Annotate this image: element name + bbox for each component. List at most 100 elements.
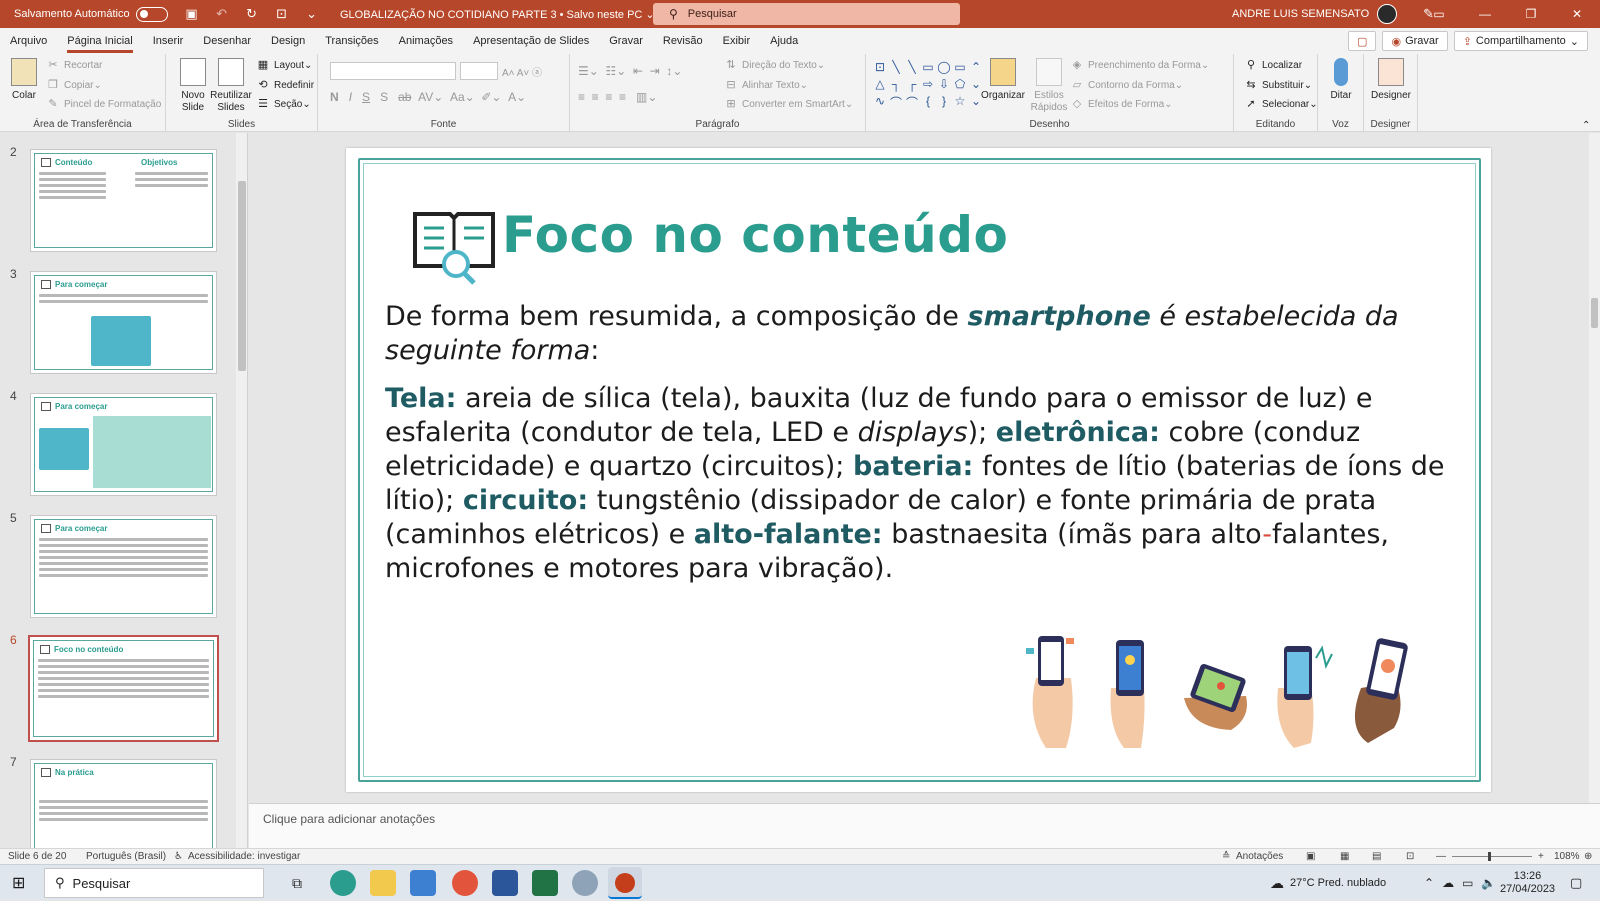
paste-button[interactable]: Colar	[2, 58, 46, 102]
font-name-select[interactable]	[330, 62, 456, 80]
thumbnail-slide-3[interactable]: Para começar	[30, 271, 217, 374]
shapes-gallery[interactable]: ⊡ ╲ ╲ ▭ ◯ ▭ ⌃ △ ┐ ┌ ⇨ ⇩ ⬠ ⌄ ∿ ⌒ ⌒{} ☆ ⌄	[873, 60, 983, 112]
slide-body-text[interactable]: De forma bem resumida, a composição de s…	[385, 300, 1455, 600]
thumbnail-slide-7[interactable]: Na prática	[30, 759, 217, 848]
record-button[interactable]: ◉ Gravar	[1382, 31, 1448, 51]
notes-toggle[interactable]: Anotações	[1236, 851, 1283, 862]
share-button[interactable]: ⇪ Compartilhamento ⌄	[1453, 31, 1588, 51]
font-size-select[interactable]	[460, 62, 498, 80]
zoom-level[interactable]: 108%	[1554, 851, 1580, 862]
smartart-button[interactable]: ⊞ Converter em SmartArt ⌄	[724, 98, 853, 110]
user-account[interactable]: ANDRE LUIS SEMENSATO ✎	[1232, 4, 1434, 24]
thumbnail-slide-4[interactable]: Para começar	[30, 393, 217, 496]
clock[interactable]: 13:26 27/04/2023	[1500, 865, 1555, 901]
file-explorer-icon[interactable]	[370, 870, 396, 896]
find-button[interactable]: ⚲ Localizar	[1244, 59, 1302, 71]
arrange-button[interactable]: Organizar	[980, 58, 1026, 102]
cut-button[interactable]: ✂ Recortar	[46, 59, 102, 71]
list-buttons[interactable]: ☰⌄ ☷⌄ ⇤ ⇥ ↕⌄	[578, 64, 682, 78]
redo-icon[interactable]: ↻	[244, 6, 260, 22]
thumbnail-slide-2[interactable]: Conteúdo Objetivos	[30, 149, 217, 252]
collapse-ribbon-icon[interactable]: ⌃	[1582, 120, 1590, 131]
word-icon[interactable]	[492, 870, 518, 896]
close-icon[interactable]: ✕	[1554, 7, 1600, 21]
quick-styles-button[interactable]: Estilos Rápidos	[1026, 58, 1072, 114]
tab-apresentacao[interactable]: Apresentação de Slides	[463, 28, 599, 54]
tab-exibir[interactable]: Exibir	[713, 28, 761, 54]
undo-icon[interactable]: ↶	[214, 6, 230, 22]
dictate-button[interactable]: Ditar	[1318, 58, 1364, 102]
present-icon[interactable]: ⊡	[274, 6, 290, 22]
tab-ajuda[interactable]: Ajuda	[760, 28, 808, 54]
grow-font-button[interactable]: A˄ A˅ ⓐ	[502, 64, 542, 79]
tab-transicoes[interactable]: Transições	[315, 28, 388, 54]
tab-inserir[interactable]: Inserir	[143, 28, 194, 54]
thumbnail-slide-6[interactable]: Foco no conteúdo	[28, 635, 219, 742]
document-title[interactable]: GLOBALIZAÇÃO NO COTIDIANO PARTE 3 • Salv…	[340, 8, 655, 21]
tab-design[interactable]: Design	[261, 28, 315, 54]
section-button[interactable]: ☰ Seção ⌄	[256, 98, 311, 110]
slideshow-icon[interactable]: ⊡	[1406, 851, 1414, 862]
ribbon-display-icon[interactable]: ▭	[1416, 7, 1462, 21]
copy-button[interactable]: ❐ Copiar ⌄	[46, 79, 102, 91]
powerpoint-taskbar-button[interactable]	[608, 867, 642, 899]
chevron-up-icon[interactable]: ⌃	[1424, 876, 1434, 890]
language-status[interactable]: Português (Brasil)	[86, 851, 166, 862]
reading-view-icon[interactable]: ▤	[1372, 851, 1381, 862]
tab-gravar[interactable]: Gravar	[599, 28, 653, 54]
notifications-icon[interactable]: ▢	[1570, 865, 1582, 901]
slide[interactable]: Foco no conteúdo De forma bem resumida, …	[346, 148, 1491, 792]
shape-effects-button[interactable]: ◇ Efeitos de Forma ⌄	[1070, 98, 1173, 110]
notes-icon[interactable]: ≙	[1222, 851, 1230, 862]
slide-scrollbar[interactable]	[1589, 133, 1600, 803]
slide-title[interactable]: Foco no conteúdo	[502, 206, 1008, 264]
weather-icon[interactable]: ☁	[1270, 875, 1284, 892]
minimize-icon[interactable]: —	[1462, 7, 1508, 21]
shape-fill-button[interactable]: ◈ Preenchimento da Forma ⌄	[1070, 59, 1209, 71]
taskbar-search[interactable]: ⚲ Pesquisar	[44, 868, 264, 898]
format-painter-button[interactable]: ✎ Pincel de Formatação	[46, 98, 161, 110]
align-buttons[interactable]: ≡ ≡ ≡ ≡ ▥⌄	[578, 90, 657, 104]
fit-slide-icon[interactable]: ⊕	[1584, 851, 1592, 862]
zoom-in-icon[interactable]: +	[1538, 851, 1544, 862]
tab-revisao[interactable]: Revisão	[653, 28, 713, 54]
reuse-slides-button[interactable]: Reutilizar Slides	[208, 58, 254, 114]
select-button[interactable]: ➚ Selecionar ⌄	[1244, 98, 1317, 110]
zoom-slider[interactable]	[1452, 856, 1532, 857]
save-icon[interactable]: ▣	[184, 6, 200, 22]
windows-start-icon[interactable]: ⊞	[12, 865, 25, 901]
tab-desenhar[interactable]: Desenhar	[193, 28, 261, 54]
edge-icon[interactable]	[330, 870, 356, 896]
autosave-toggle[interactable]	[135, 6, 168, 22]
designer-button[interactable]: Designer	[1368, 58, 1414, 102]
restore-icon[interactable]: ❐	[1508, 7, 1554, 21]
accessibility-icon[interactable]: ♿	[174, 851, 183, 862]
normal-view-icon[interactable]: ▣	[1306, 851, 1315, 862]
layout-button[interactable]: ▦ Layout ⌄	[256, 59, 313, 71]
shape-outline-button[interactable]: ▱ Contorno da Forma ⌄	[1070, 79, 1183, 91]
smartphones-illustration[interactable]	[1016, 618, 1456, 758]
weather-text[interactable]: 27°C Pred. nublado	[1290, 877, 1386, 889]
font-format-buttons[interactable]: N I S S ab AV⌄ Aa⌄ ✐⌄ A⌄	[330, 90, 526, 104]
replace-button[interactable]: ⇆ Substituir ⌄	[1244, 79, 1312, 91]
zoom-out-icon[interactable]: —	[1436, 851, 1446, 862]
tab-animacoes[interactable]: Animações	[389, 28, 463, 54]
customize-toolbar-icon[interactable]: ⌄	[304, 6, 320, 22]
chrome-icon[interactable]	[452, 870, 478, 896]
store-icon[interactable]	[410, 870, 436, 896]
task-view-icon[interactable]: ⧉	[292, 865, 302, 901]
thumbnails-scrollbar[interactable]	[236, 133, 247, 848]
tab-arquivo[interactable]: Arquivo	[0, 28, 57, 54]
notes-pane[interactable]: Clique para adicionar anotações	[249, 803, 1600, 848]
excel-icon[interactable]	[532, 870, 558, 896]
app-icon[interactable]	[572, 870, 598, 896]
tab-pagina-inicial[interactable]: Página Inicial	[57, 28, 142, 54]
comments-button[interactable]: ▢	[1348, 31, 1377, 51]
slide-sorter-icon[interactable]: ▦	[1340, 851, 1349, 862]
autosave[interactable]: Salvamento Automático	[14, 6, 168, 22]
align-text-button[interactable]: ⊟ Alinhar Texto ⌄	[724, 79, 808, 91]
zoom-slider-thumb[interactable]	[1488, 852, 1491, 861]
onedrive-icon[interactable]: ☁	[1442, 876, 1454, 890]
text-direction-button[interactable]: ⇅ Direção do Texto ⌄	[724, 59, 825, 71]
reset-button[interactable]: ⟲ Redefinir	[256, 79, 314, 91]
